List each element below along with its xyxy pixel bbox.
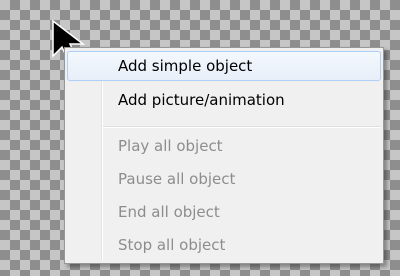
menu-item-end-all-object[interactable]: End all object: [67, 197, 381, 227]
menu-item-add-picture-animation[interactable]: Add picture/animation: [67, 85, 381, 115]
menu-item-add-simple-object[interactable]: Add simple object: [67, 51, 381, 81]
menu-item-stop-all-object[interactable]: Stop all object: [67, 230, 381, 260]
menu-item-play-all-object[interactable]: Play all object: [67, 131, 381, 161]
context-menu: Add simple object Add picture/animation …: [64, 47, 384, 264]
menu-separator: [103, 126, 381, 128]
menu-item-pause-all-object[interactable]: Pause all object: [67, 164, 381, 194]
